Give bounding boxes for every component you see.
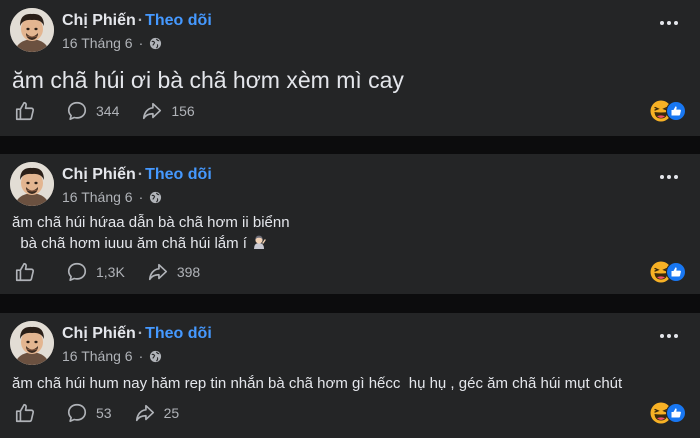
follow-button[interactable]: Theo dõi: [145, 12, 212, 29]
comment-bubble-icon: [66, 261, 88, 283]
share-button[interactable]: 156: [141, 100, 195, 122]
author-name[interactable]: Chị Phiến: [62, 12, 136, 29]
comment-count: 344: [96, 103, 120, 119]
share-count: 156: [171, 103, 195, 119]
more-options-icon[interactable]: [660, 21, 678, 27]
post-date[interactable]: 16 Tháng 6: [62, 347, 133, 365]
globe-icon: [149, 350, 162, 363]
author-name[interactable]: Chị Phiến: [62, 166, 136, 183]
comment-count: 53: [96, 405, 112, 421]
share-count: 398: [176, 264, 201, 280]
comment-bubble-icon: [66, 100, 88, 122]
post-text: ăm chã húi hum nay hăm rep tin nhắn bà c…: [12, 375, 623, 392]
more-options-icon[interactable]: [660, 175, 678, 181]
reaction-summary[interactable]: [650, 402, 688, 426]
like-button[interactable]: [14, 261, 44, 283]
post-header: Chị Phiến · Theo dõi: [62, 324, 212, 344]
share-count: 25: [163, 405, 180, 421]
avatar[interactable]: [10, 8, 54, 52]
thumbs-up-icon: [14, 402, 36, 424]
more-options-icon[interactable]: [660, 334, 678, 340]
thumbs-up-icon: [14, 261, 36, 283]
post-date[interactable]: 16 Tháng 6: [62, 34, 133, 52]
post-card: Chị Phiến · Theo dõi 16 Tháng 6 · ăm chã hú…: [0, 0, 700, 136]
reaction-summary[interactable]: [650, 261, 688, 285]
follow-button[interactable]: Theo dõi: [145, 325, 212, 342]
comment-bubble-icon: [66, 402, 88, 424]
post-text-line: bà chã hơm iuuu ăm chã húi lắm í: [12, 233, 267, 254]
globe-icon: [149, 37, 162, 50]
thumbs-up-icon: [14, 100, 36, 122]
action-bar: 1,3K 398: [14, 260, 222, 284]
post-text-line: ăm chã húi hứaa dẫn bà chã hơm ii biểnn: [12, 214, 290, 231]
post-text: ăm chã húi ơi bà chã hơm xèm mì cay: [12, 67, 404, 93]
post-date[interactable]: 16 Tháng 6: [62, 188, 133, 206]
like-reaction-icon: [666, 262, 686, 282]
like-reaction-icon: [666, 101, 686, 121]
share-arrow-icon: [147, 261, 169, 283]
share-button[interactable]: 25: [134, 402, 180, 424]
like-button[interactable]: [14, 402, 44, 424]
share-arrow-icon: [141, 100, 163, 122]
separator-dot: ·: [138, 348, 144, 364]
share-arrow-icon: [134, 402, 156, 424]
comment-button[interactable]: 1,3K: [66, 261, 125, 283]
follow-button[interactable]: Theo dõi: [145, 166, 212, 183]
globe-icon: [149, 191, 162, 204]
comment-count: 1,3K: [96, 264, 125, 280]
author-name[interactable]: Chị Phiến: [62, 325, 136, 342]
action-bar: 53 25: [14, 401, 201, 425]
post-card: Chị Phiến · Theo dõi 16 Tháng 6 · ăm chã hú…: [0, 154, 700, 294]
comment-button[interactable]: 344: [66, 100, 119, 122]
post-header: Chị Phiến · Theo dõi: [62, 11, 212, 31]
post-meta: 16 Tháng 6 ·: [62, 188, 162, 206]
post-meta: 16 Tháng 6 ·: [62, 347, 162, 365]
avatar[interactable]: [10, 321, 54, 365]
separator-dot: ·: [137, 325, 144, 342]
separator-dot: ·: [137, 12, 144, 29]
share-button[interactable]: 398: [147, 261, 200, 283]
like-button[interactable]: [14, 100, 44, 122]
comment-button[interactable]: 53: [66, 402, 112, 424]
woman-gesturing-emoji-icon: [251, 234, 267, 250]
avatar[interactable]: [10, 162, 54, 206]
reaction-summary[interactable]: [650, 100, 688, 124]
separator-dot: ·: [137, 166, 144, 183]
separator-dot: ·: [138, 189, 144, 205]
separator-dot: ·: [138, 35, 144, 51]
like-reaction-icon: [666, 403, 686, 423]
post-header: Chị Phiến · Theo dõi: [62, 165, 212, 185]
post-text-fragment: bà chã hơm iuuu ăm chã húi lắm í: [12, 235, 247, 252]
post-card: Chị Phiến · Theo dõi 16 Tháng 6 · ăm chã hú…: [0, 313, 700, 438]
post-meta: 16 Tháng 6 ·: [62, 34, 162, 52]
action-bar: 344 156: [14, 99, 217, 123]
